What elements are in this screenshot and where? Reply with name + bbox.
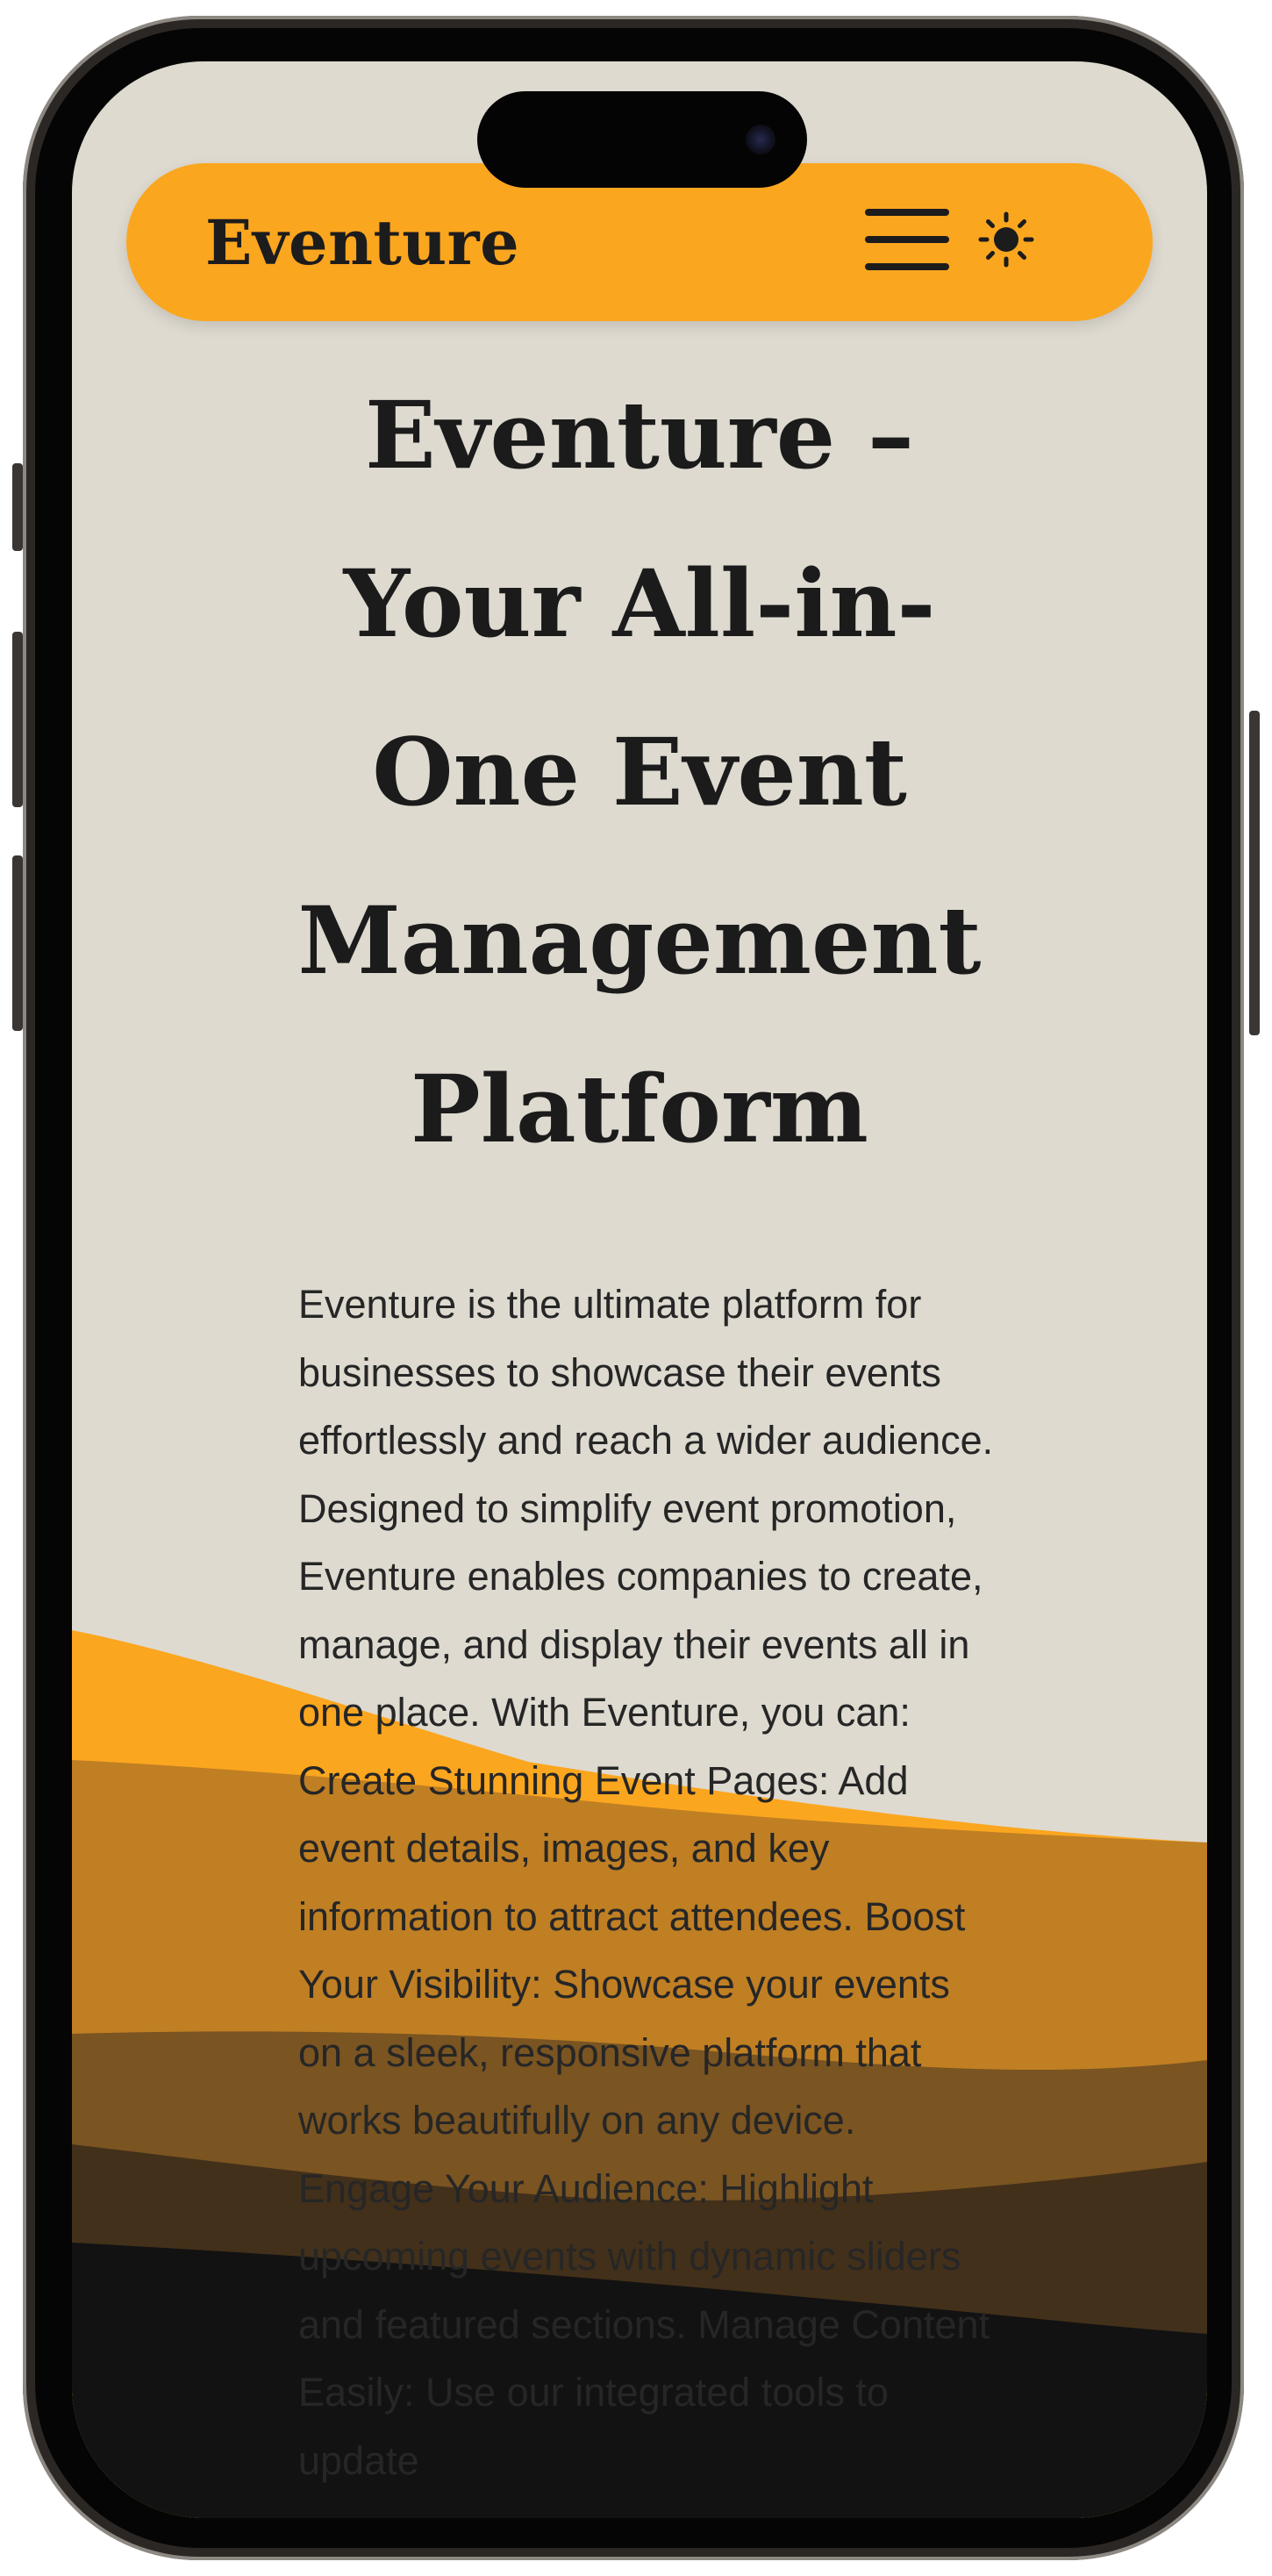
volume-down-button (12, 855, 23, 1031)
phone-screen: Eventure Eventure – Your All-in-One Even… (72, 61, 1207, 2518)
hero-title: Eventure – Your All-in-One Event Managem… (297, 380, 982, 1163)
power-button (1249, 711, 1260, 1035)
hamburger-menu-icon[interactable] (865, 209, 949, 270)
hero-description: Eventure is the ultimate platform for bu… (298, 1282, 994, 2483)
camera-icon (746, 125, 775, 154)
volume-up-button (12, 632, 23, 807)
action-button (12, 463, 23, 551)
sun-icon[interactable] (977, 211, 1035, 268)
brand-logo[interactable]: Eventure (205, 204, 519, 283)
dynamic-island (477, 91, 807, 188)
